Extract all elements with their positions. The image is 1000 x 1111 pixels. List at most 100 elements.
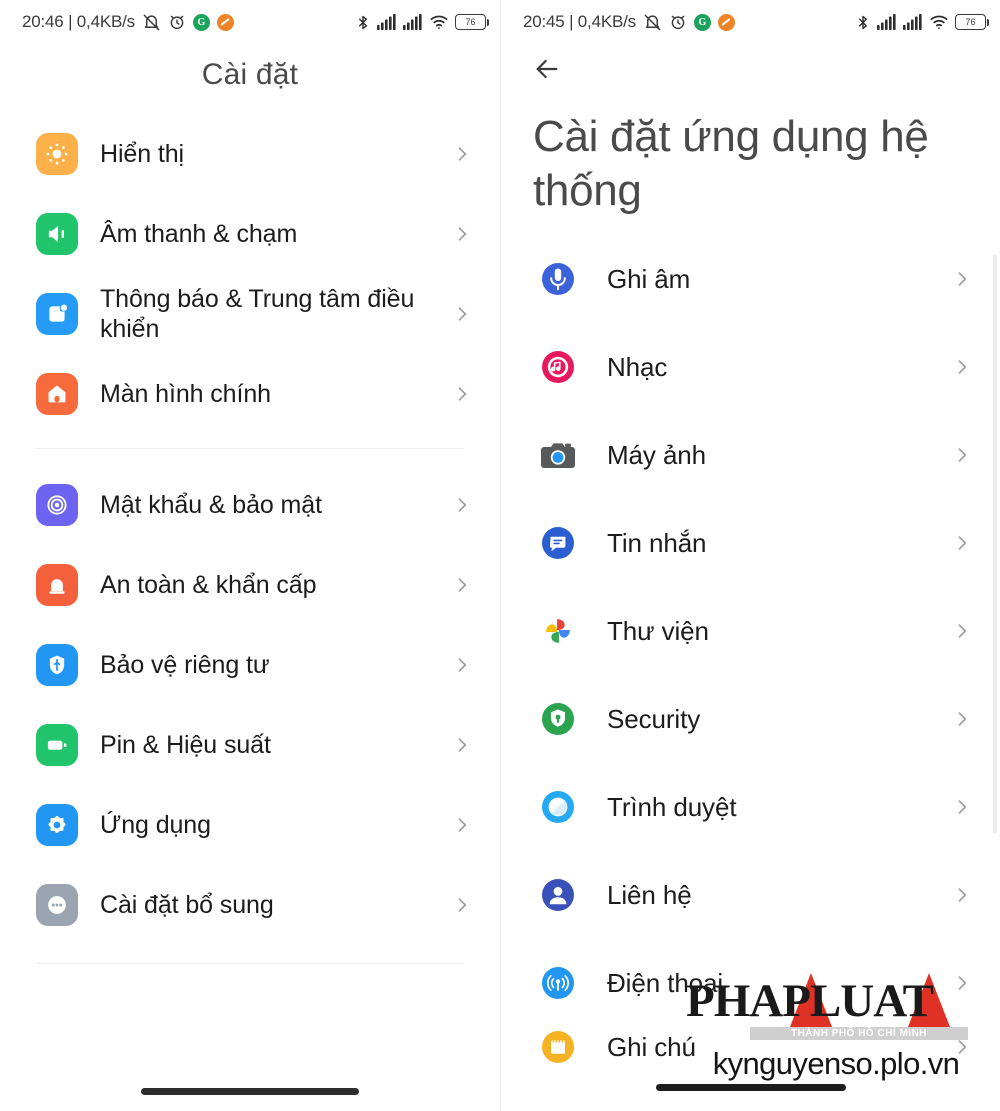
- page-title: Cài đặt: [201, 58, 299, 91]
- status-bar-left: 20:46 | 0,4KB/s G 76: [0, 0, 500, 44]
- scrollbar[interactable]: [993, 255, 997, 833]
- sidebar-item-label: An toàn & khẩn cấp: [100, 570, 317, 599]
- privacy-shield-icon: [36, 644, 78, 686]
- list-item-label: Máy ảnh: [607, 439, 707, 470]
- sidebar-item-label: Mật khẩu & bảo mật: [100, 490, 322, 519]
- signal-sim2-icon: [903, 14, 923, 30]
- list-item-label: Ghi âm: [607, 263, 691, 294]
- sidebar-item-display[interactable]: Hiển thị: [0, 114, 500, 194]
- home-indicator[interactable]: [141, 1088, 359, 1095]
- chevron-right-icon: [452, 895, 474, 915]
- bluetooth-icon: [355, 13, 371, 32]
- list-item-security[interactable]: Security: [501, 675, 1000, 763]
- browser-icon: [537, 786, 579, 828]
- toolbar: [501, 44, 1000, 94]
- list-item-camera[interactable]: Máy ảnh: [501, 411, 1000, 499]
- page-title: Cài đặt ứng dụng hệ thống: [533, 112, 929, 215]
- battery-icon: 76: [955, 14, 989, 30]
- sidebar-item-password-security[interactable]: Mật khẩu & bảo mật: [0, 465, 500, 545]
- chevron-right-icon: [452, 304, 474, 324]
- apps-gear-icon: [36, 804, 78, 846]
- orange-badge-icon: [216, 13, 234, 31]
- additional-settings-icon: [36, 884, 78, 926]
- status-bar-right: 20:45 | 0,4KB/s G 76: [501, 0, 1000, 44]
- status-bar-right-group: 76: [855, 13, 989, 32]
- chevron-right-icon: [452, 655, 474, 675]
- sidebar-item-label: Pin & Hiệu suất: [100, 730, 271, 759]
- list-item-messages[interactable]: Tin nhắn: [501, 499, 1000, 587]
- list-item-label: Trình duyệt: [607, 791, 737, 822]
- chevron-right-icon: [952, 797, 974, 817]
- messages-icon: [537, 522, 579, 564]
- mute-vibrate-icon: [142, 13, 161, 32]
- left-pane-settings: 20:46 | 0,4KB/s G 76 Cài đặt Hiển thị Âm…: [0, 0, 500, 1111]
- list-item-contacts[interactable]: Liên hệ: [501, 851, 1000, 939]
- chevron-right-icon: [952, 973, 974, 993]
- settings-list-group-2: Mật khẩu & bảo mật An toàn & khẩn cấp Bả…: [0, 465, 500, 945]
- group-divider: [36, 448, 464, 449]
- chevron-right-icon: [452, 495, 474, 515]
- notes-icon: [537, 1027, 579, 1067]
- bottom-divider: [36, 963, 464, 964]
- status-bar-left-group: 20:46 | 0,4KB/s G: [22, 12, 234, 32]
- orange-badge-icon: [717, 13, 735, 31]
- music-note-icon: [537, 346, 579, 388]
- list-item-music[interactable]: Nhạc: [501, 323, 1000, 411]
- sidebar-item-apps[interactable]: Ứng dụng: [0, 785, 500, 865]
- sidebar-item-home-screen[interactable]: Màn hình chính: [0, 354, 500, 434]
- chevron-right-icon: [452, 735, 474, 755]
- system-app-list: Ghi âm Nhạc Máy ảnh Tin nhắn Thư viện Se…: [501, 235, 1000, 1067]
- back-arrow-icon[interactable]: [531, 53, 563, 85]
- sidebar-item-label: Bảo vệ riêng tư: [100, 650, 270, 679]
- sidebar-item-safety-emergency[interactable]: An toàn & khẩn cấp: [0, 545, 500, 625]
- list-item-label: Tin nhắn: [607, 527, 707, 558]
- sidebar-item-label: Màn hình chính: [100, 379, 271, 408]
- sidebar-item-battery[interactable]: Pin & Hiệu suất: [0, 705, 500, 785]
- list-item-label: Thư viện: [607, 615, 709, 646]
- sidebar-item-label: Âm thanh & chạm: [100, 219, 298, 248]
- emergency-siren-icon: [36, 564, 78, 606]
- sidebar-item-notifications[interactable]: Thông báo & Trung tâm điều khiển: [0, 274, 500, 354]
- status-clock: 20:46 | 0,4KB/s: [22, 12, 135, 31]
- signal-sim2-icon: [403, 14, 423, 30]
- list-item-label: Điện thoại: [607, 967, 724, 998]
- camera-icon: [537, 434, 579, 476]
- status-bar-right-group: 76: [355, 13, 489, 32]
- chevron-right-icon: [452, 815, 474, 835]
- list-item-notes[interactable]: Ghi chú: [501, 1027, 1000, 1067]
- list-item-label: Nhạc: [607, 351, 668, 382]
- sidebar-item-privacy[interactable]: Bảo vệ riêng tư: [0, 625, 500, 705]
- wifi-icon: [929, 14, 949, 30]
- sidebar-item-label: Ứng dụng: [100, 810, 211, 839]
- alarm-icon: [669, 13, 687, 31]
- list-item-phone[interactable]: Điện thoại: [501, 939, 1000, 1027]
- green-badge-icon: G: [693, 13, 711, 31]
- battery-performance-icon: [36, 724, 78, 766]
- sidebar-item-sound[interactable]: Âm thanh & chạm: [0, 194, 500, 274]
- list-item-browser[interactable]: Trình duyệt: [501, 763, 1000, 851]
- settings-list-group-1: Hiển thị Âm thanh & chạm Thông báo & Tru…: [0, 114, 500, 434]
- home-indicator[interactable]: [655, 1084, 846, 1091]
- sidebar-item-additional-settings[interactable]: Cài đặt bổ sung: [0, 865, 500, 945]
- chevron-right-icon: [952, 1037, 974, 1057]
- contacts-person-icon: [537, 874, 579, 916]
- sound-speaker-icon: [36, 213, 78, 255]
- status-bar-left-group: 20:45 | 0,4KB/s G: [523, 12, 735, 32]
- chevron-right-icon: [952, 533, 974, 553]
- sidebar-item-label: Hiển thị: [100, 139, 184, 168]
- google-photos-icon: [537, 610, 579, 652]
- list-item-voice-recorder[interactable]: Ghi âm: [501, 235, 1000, 323]
- chevron-right-icon: [952, 269, 974, 289]
- chevron-right-icon: [452, 575, 474, 595]
- wifi-icon: [429, 14, 449, 30]
- list-item-gallery[interactable]: Thư viện: [501, 587, 1000, 675]
- sidebar-item-label: Cài đặt bổ sung: [100, 890, 274, 919]
- chevron-right-icon: [952, 709, 974, 729]
- chevron-right-icon: [452, 224, 474, 244]
- battery-icon: 76: [455, 14, 489, 30]
- notification-center-icon: [36, 293, 78, 335]
- security-shield-icon: [537, 698, 579, 740]
- home-screen-icon: [36, 373, 78, 415]
- chevron-right-icon: [952, 445, 974, 465]
- battery-level-text: 76: [965, 17, 976, 27]
